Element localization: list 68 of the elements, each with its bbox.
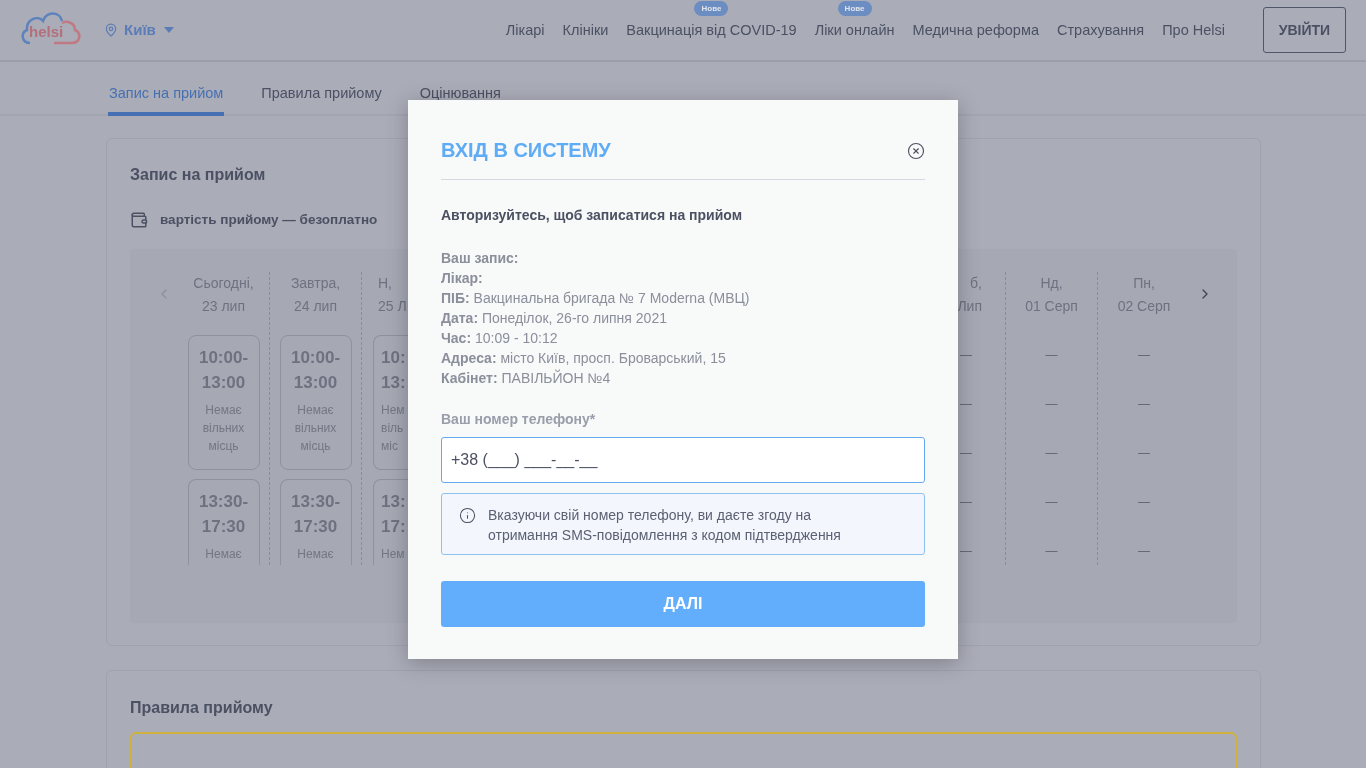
appointment-detail: ПІБ: Вакцинальна бригада № 7 Moderna (МВЦ) — [441, 289, 750, 308]
empty-dash: — — [1138, 347, 1150, 365]
nav-link[interactable]: Медична реформа — [912, 22, 1039, 38]
slot-time: 13:30-17:30 — [289, 491, 342, 539]
day-name: Сьогодні, — [193, 274, 254, 294]
appointment-detail: Дата: Понеділок, 26-го липня 2021 — [441, 309, 667, 328]
day-date: 02 Серп — [1117, 297, 1171, 317]
empty-dash: — — [1045, 494, 1058, 512]
empty-dash: — — [1045, 543, 1058, 561]
logo-text: helsi — [29, 23, 64, 41]
nav-link[interactable]: Ліки онлайн — [814, 22, 895, 38]
nav-link[interactable]: Страхування — [1056, 22, 1145, 38]
empty-dash: — — [1138, 494, 1150, 512]
dialog-subtitle: Авторизуйтесь, щоб записатися на прийом — [441, 206, 743, 225]
slot-time: 10:00-13:00 — [289, 347, 342, 395]
day-name: Нд, — [1040, 274, 1063, 294]
price-text: вартість прийому — безоплатно — [160, 211, 378, 229]
appointment-detail: Час: 10:09 - 10:12 — [441, 329, 558, 348]
day-name: Н, — [378, 274, 392, 294]
appointment-detail: Адреса: місто Київ, просп. Броварський, 15 — [441, 349, 726, 368]
empty-dash: — — [1045, 347, 1058, 365]
dialog-title: ВХІД В СИСТЕМУ — [441, 138, 611, 163]
slot-time: 10: 13: — [381, 347, 407, 395]
login-button[interactable]: УВІЙТИ — [1263, 7, 1346, 53]
day-date: Лип — [957, 297, 982, 317]
empty-dash: — — [1045, 445, 1058, 463]
slot-time: 13:30-17:30 — [197, 491, 250, 539]
info-icon — [459, 507, 476, 524]
new-badge: Нове — [694, 1, 729, 16]
location-pin-icon — [104, 23, 118, 37]
section-title: Запис на прийом — [130, 165, 267, 185]
close-icon[interactable] — [907, 142, 925, 160]
notice-text: Вказуючи свій номер телефону, ви даєте згоду на отримання SMS-повідомлення з кодом підтвердження — [488, 506, 842, 545]
slot-time: 10:00-13:00 — [197, 347, 250, 395]
wallet-icon — [130, 211, 148, 230]
next-button[interactable]: ДАЛІ — [441, 581, 925, 627]
empty-dash: — — [960, 445, 972, 463]
caret-icon — [163, 27, 174, 33]
empty-dash: — — [1138, 445, 1150, 463]
day-name: Пн, — [1133, 274, 1155, 294]
section-title: Правила прийому — [130, 698, 274, 718]
appointment-detail: Лікар: — [441, 269, 483, 288]
page-tab[interactable]: Оцінювання — [418, 62, 502, 116]
empty-dash: — — [1138, 396, 1150, 414]
day-date: 24 лип — [293, 297, 337, 317]
appointment-detail: Ваш запис: — [441, 249, 519, 268]
new-badge: Нове — [837, 1, 872, 16]
slot-time: 13: 17: — [381, 491, 407, 539]
empty-dash: — — [960, 347, 972, 365]
empty-dash: — — [960, 543, 972, 561]
day-name: б, — [970, 274, 982, 294]
empty-dash: — — [1045, 396, 1058, 414]
appointment-detail: Кабінет: ПАВІЛЬЙОН №4 — [441, 368, 611, 388]
phone-input[interactable]: +38 (___) ___-__-__ — [441, 437, 925, 483]
day-name: Завтра, — [290, 274, 341, 294]
empty-dash: — — [960, 494, 972, 512]
page-tab[interactable]: Запис на прийом — [108, 62, 225, 116]
day-date: 23 лип — [201, 297, 245, 317]
city-selector[interactable]: Київ — [124, 18, 174, 42]
day-date: 01 Серп — [1025, 297, 1078, 317]
nav-link[interactable]: Вакцинація від COVID-19 — [626, 22, 797, 38]
page-tab[interactable]: Правила прийому — [260, 62, 383, 116]
nav-link[interactable]: Лікарі — [505, 22, 545, 38]
empty-dash: — — [960, 396, 972, 414]
nav-link[interactable]: Клініки — [562, 22, 609, 38]
phone-label: Ваш номер телефону* — [441, 410, 597, 429]
empty-dash: — — [1138, 543, 1150, 561]
nav-link[interactable]: Про Helsi — [1162, 22, 1225, 38]
